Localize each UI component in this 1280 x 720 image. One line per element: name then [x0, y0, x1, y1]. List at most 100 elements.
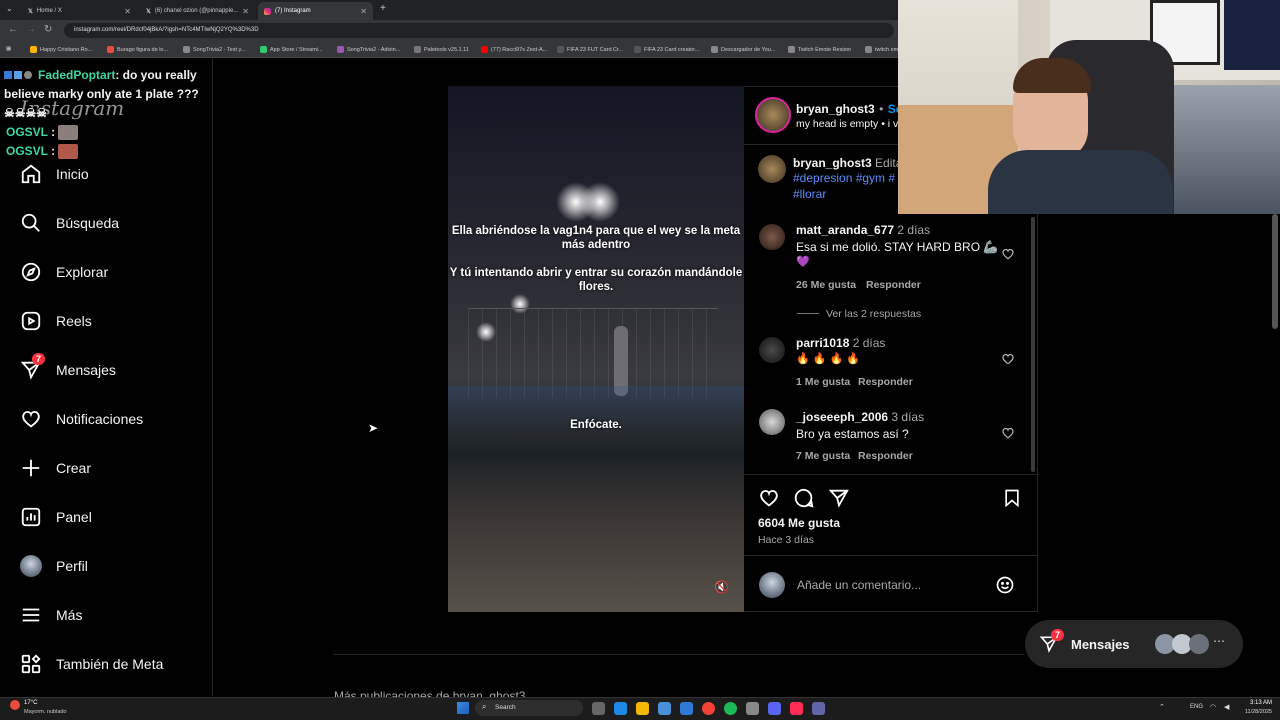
- sidebar-item-panel[interactable]: Panel: [20, 504, 92, 530]
- heart-icon[interactable]: [1001, 247, 1015, 261]
- sidebar-item-perfil[interactable]: Perfil: [20, 553, 88, 579]
- like-heart-icon[interactable]: [758, 487, 780, 509]
- bookmark[interactable]: Descargador de You...: [711, 46, 775, 53]
- sidebar-item-busqueda[interactable]: Búsqueda: [20, 210, 119, 236]
- bookmark[interactable]: (77) Racci97s Zest-A...: [481, 46, 547, 53]
- close-icon[interactable]: ✕: [242, 7, 249, 16]
- close-icon[interactable]: ✕: [124, 7, 131, 16]
- browser-tab[interactable]: 𝕏 (6) chanel ozion (@pinnapple... ✕: [140, 2, 255, 20]
- bookmark[interactable]: Twitch Emote Resizer: [788, 46, 851, 53]
- avatar[interactable]: [759, 224, 785, 250]
- app-icon[interactable]: [746, 702, 759, 715]
- weather-temp[interactable]: 17°C: [24, 700, 37, 706]
- bookmark[interactable]: FIFA 23 Card creator...: [634, 46, 699, 53]
- skull-emotes: ☠☠☠☠: [4, 106, 48, 120]
- chat-emote: [58, 144, 79, 160]
- comment-input[interactable]: Añade un comentario...: [797, 578, 921, 592]
- hashtags[interactable]: #depresion #gym #: [793, 171, 895, 185]
- comment-like-count[interactable]: 26 Me gusta: [796, 279, 856, 291]
- bookmark[interactable]: Happy Cristiano Ro...: [30, 46, 92, 53]
- avatar[interactable]: [755, 97, 791, 133]
- share-icon[interactable]: [828, 487, 850, 509]
- bookmark[interactable]: Paletools v25.1.11: [414, 46, 469, 53]
- browser-tab[interactable]: 𝕏 Home / X ✕: [22, 2, 137, 20]
- language-indicator[interactable]: ENG: [1190, 704, 1203, 710]
- divider: [334, 654, 1024, 655]
- tab-search-icon[interactable]: ⌄: [6, 4, 13, 13]
- sidebar-item-notificaciones[interactable]: Notificaciones: [20, 406, 143, 432]
- bookmark[interactable]: App Store / Streami...: [260, 46, 323, 53]
- bookmark[interactable]: FIFA 23 FUT Card Cr...: [557, 46, 623, 53]
- messages-pill[interactable]: 7 Mensajes ⋯: [1025, 620, 1243, 668]
- bookmark[interactable]: twitch em: [865, 46, 898, 53]
- apps-icon[interactable]: ▦: [6, 46, 11, 52]
- emoji-icon[interactable]: [995, 575, 1015, 595]
- avatar[interactable]: [759, 337, 785, 363]
- avatar[interactable]: [759, 409, 785, 435]
- wifi-icon[interactable]: ◠: [1210, 703, 1216, 711]
- hashtags[interactable]: #llorar: [793, 187, 826, 201]
- teams-icon[interactable]: [812, 702, 825, 715]
- back-icon[interactable]: ←: [8, 24, 18, 35]
- discord-icon[interactable]: [768, 702, 781, 715]
- comment-icon[interactable]: [793, 487, 815, 509]
- bookmark[interactable]: Burago figura de lo...: [107, 46, 168, 53]
- bookmark[interactable]: SongTrivia2 - Test y...: [183, 46, 245, 53]
- comment: matt_aranda_677 2 días: [796, 223, 930, 237]
- reply-button[interactable]: Responder: [858, 450, 913, 462]
- file-explorer-icon[interactable]: [636, 702, 649, 715]
- comment-username[interactable]: _joseeeph_2006: [796, 410, 888, 424]
- windows-start-icon[interactable]: [457, 702, 469, 714]
- post-author-username[interactable]: bryan_ghost3: [796, 102, 875, 116]
- clock-time[interactable]: 3:13 AM: [1244, 700, 1272, 706]
- muted-audio-icon[interactable]: 🔇: [714, 580, 729, 594]
- url-field[interactable]: instagram.com/reel/DRdcf04jBkA/?igsh=NTc…: [64, 23, 894, 38]
- reply-button[interactable]: Responder: [858, 376, 913, 388]
- sidebar-item-mas[interactable]: Más: [20, 602, 82, 628]
- reel-video[interactable]: Ella abriéndose la vag1n4 para que el we…: [448, 86, 744, 612]
- browser-tab-active[interactable]: (7) Instagram ✕: [258, 2, 373, 20]
- menu-icon: [20, 604, 42, 626]
- volume-icon[interactable]: ◀: [1224, 703, 1229, 711]
- sidebar-item-reels[interactable]: Reels: [20, 308, 92, 334]
- comment-like-count[interactable]: 1 Me gusta: [796, 376, 850, 388]
- sidebar-item-mensajes[interactable]: 7 Mensajes: [20, 353, 116, 383]
- like-count[interactable]: 6604 Me gusta: [758, 516, 840, 530]
- task-view-icon[interactable]: [592, 702, 605, 715]
- store-icon[interactable]: [658, 702, 671, 715]
- caption-username[interactable]: bryan_ghost3: [793, 156, 872, 170]
- close-icon[interactable]: ✕: [360, 7, 367, 16]
- page-scrollbar[interactable]: [1272, 214, 1278, 329]
- comments-scrollbar[interactable]: [1031, 217, 1035, 472]
- taskbar-search[interactable]: ⌕ Search: [475, 700, 583, 716]
- bookmark-icon[interactable]: [1002, 487, 1022, 509]
- view-replies-button[interactable]: Ver las 2 respuestas: [826, 308, 921, 320]
- tray-chevron-icon[interactable]: ⌃: [1159, 703, 1165, 711]
- reel-caption-text: Ella abriéndose la vag1n4 para que el we…: [451, 225, 741, 251]
- reply-button[interactable]: Responder: [866, 279, 921, 291]
- clock-date[interactable]: 11/28/2025: [1238, 709, 1272, 715]
- chrome-icon[interactable]: [702, 702, 715, 715]
- comment-username[interactable]: matt_aranda_677: [796, 223, 894, 237]
- spotify-icon[interactable]: [724, 702, 737, 715]
- audio-subtitle[interactable]: my head is empty • i v: [796, 118, 898, 130]
- sidebar-item-explorar[interactable]: Explorar: [20, 259, 108, 285]
- sidebar-item-inicio[interactable]: Inicio: [20, 161, 89, 187]
- mail-icon[interactable]: [680, 702, 693, 715]
- heart-icon[interactable]: [1001, 352, 1015, 366]
- weather-desc[interactable]: Mayorm. nublado: [24, 709, 67, 715]
- new-tab-icon[interactable]: +: [380, 3, 386, 14]
- avatar[interactable]: [758, 155, 786, 183]
- bookmark[interactable]: SongTrivia2 - Adivin...: [337, 46, 400, 53]
- music-icon[interactable]: [790, 702, 803, 715]
- messenger-icon: 7: [20, 353, 46, 381]
- heart-icon[interactable]: [1001, 426, 1015, 440]
- comment-like-count[interactable]: 7 Me gusta: [796, 450, 850, 462]
- instagram-favicon-icon: [264, 7, 271, 15]
- sidebar-item-tambien-de-meta[interactable]: También de Meta: [20, 651, 163, 677]
- sidebar-item-crear[interactable]: Crear: [20, 455, 91, 481]
- comment-username[interactable]: parri1018: [796, 336, 849, 350]
- edge-icon[interactable]: [614, 702, 627, 715]
- forward-icon[interactable]: →: [26, 24, 36, 35]
- reload-icon[interactable]: ↻: [44, 24, 52, 35]
